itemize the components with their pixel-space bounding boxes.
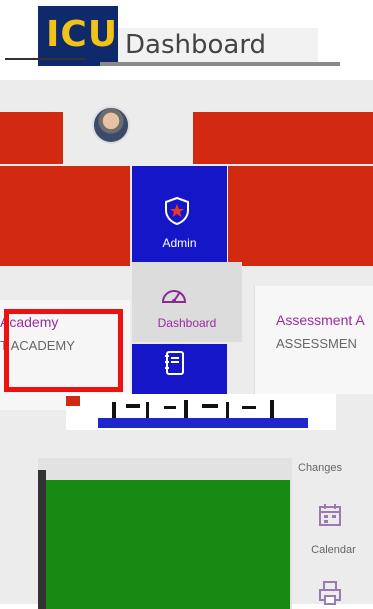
shield-star-icon — [162, 196, 192, 226]
selection-outline — [4, 309, 123, 392]
title-underline — [100, 62, 340, 66]
panel-left-strip — [38, 470, 46, 609]
nav-item-dashboard-label: Dashboard — [157, 316, 217, 330]
green-panel[interactable] — [46, 480, 290, 609]
page-title: Dashboard — [125, 30, 267, 60]
tile-red-mid-left[interactable] — [0, 166, 130, 266]
nav-item-calendar-label[interactable]: Calendar — [296, 544, 371, 556]
glitch-red-chip — [66, 396, 80, 406]
card-assessment-subtitle: ASSESSMEN — [276, 336, 357, 351]
notebook-icon — [163, 350, 187, 376]
glitch-blue-bar — [98, 418, 308, 428]
nav-item-admin-label: Admin — [162, 236, 197, 250]
header-divider — [5, 58, 85, 60]
logo-mark: ICU — [46, 14, 119, 55]
logo[interactable]: ICU — [38, 6, 118, 66]
tile-red-top-left[interactable] — [0, 112, 63, 164]
speedometer-icon — [160, 282, 188, 306]
card-assessment-title: Assessment A — [276, 312, 365, 328]
tile-red-mid-right[interactable] — [228, 166, 373, 266]
tile-red-top-right[interactable] — [193, 112, 373, 164]
avatar[interactable] — [92, 106, 130, 144]
printer-icon[interactable] — [317, 580, 343, 606]
calendar-icon[interactable] — [317, 502, 343, 528]
nav-item-changes-label[interactable]: Changes — [298, 462, 373, 474]
